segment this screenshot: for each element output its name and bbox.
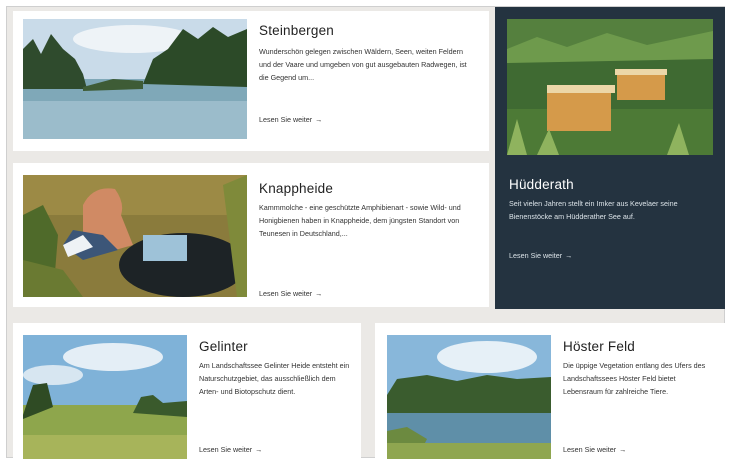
read-more-link[interactable]: Lesen Sie weiter → <box>509 251 572 260</box>
read-more-label: Lesen Sie weiter <box>509 251 563 260</box>
read-more-link[interactable]: Lesen Sie weiter → <box>199 445 262 454</box>
arrow-right-icon: → <box>565 251 573 260</box>
lake-forest-photo[interactable] <box>23 19 247 139</box>
card-description: Die üppige Vegetation entlang des Ufers … <box>563 361 706 396</box>
read-more-link[interactable]: Lesen Sie weiter → <box>563 445 626 454</box>
card-title[interactable]: Steinbergen <box>259 23 334 38</box>
card-gelinter[interactable]: Gelinter Am Landschaftssee Gelinter Heid… <box>13 323 361 462</box>
card-knappheide[interactable]: Knappheide Kammmolche - eine geschützte … <box>13 163 489 307</box>
read-more-label: Lesen Sie weiter <box>259 289 313 298</box>
beehives-photo[interactable] <box>507 19 713 155</box>
teaser-grid: Steinbergen Wunderschön gelegen zwischen… <box>6 6 725 462</box>
card-title[interactable]: Gelinter <box>199 339 248 354</box>
arrow-right-icon: → <box>255 445 263 454</box>
person-at-pond-photo[interactable] <box>23 175 247 297</box>
read-more-label: Lesen Sie weiter <box>563 445 617 454</box>
card-description: Am Landschaftssee Gelinter Heide entsteh… <box>199 361 350 396</box>
card-title[interactable]: Knappheide <box>259 181 333 196</box>
arrow-right-icon: → <box>619 445 627 454</box>
read-more-link[interactable]: Lesen Sie weiter → <box>259 115 322 124</box>
read-more-label: Lesen Sie weiter <box>199 445 253 454</box>
card-description: Kammmolche - eine geschützte Amphibienar… <box>259 203 461 238</box>
read-more-label: Lesen Sie weiter <box>259 115 313 124</box>
card-huedderath[interactable]: Hüdderath Seit vielen Jahren stellt ein … <box>495 7 725 309</box>
lakeshore-photo[interactable] <box>387 335 551 459</box>
card-hoester-feld[interactable]: Höster Feld Die üppige Vegetation entlan… <box>375 323 725 462</box>
card-description: Wunderschön gelegen zwischen Wäldern, Se… <box>259 47 467 82</box>
arrow-right-icon: → <box>315 115 323 124</box>
meadow-photo[interactable] <box>23 335 187 459</box>
card-title[interactable]: Höster Feld <box>563 339 635 354</box>
card-title[interactable]: Hüdderath <box>509 177 574 192</box>
read-more-link[interactable]: Lesen Sie weiter → <box>259 289 322 298</box>
arrow-right-icon: → <box>315 289 323 298</box>
card-steinbergen[interactable]: Steinbergen Wunderschön gelegen zwischen… <box>13 11 489 151</box>
card-description: Seit vielen Jahren stellt ein Imker aus … <box>509 199 678 221</box>
